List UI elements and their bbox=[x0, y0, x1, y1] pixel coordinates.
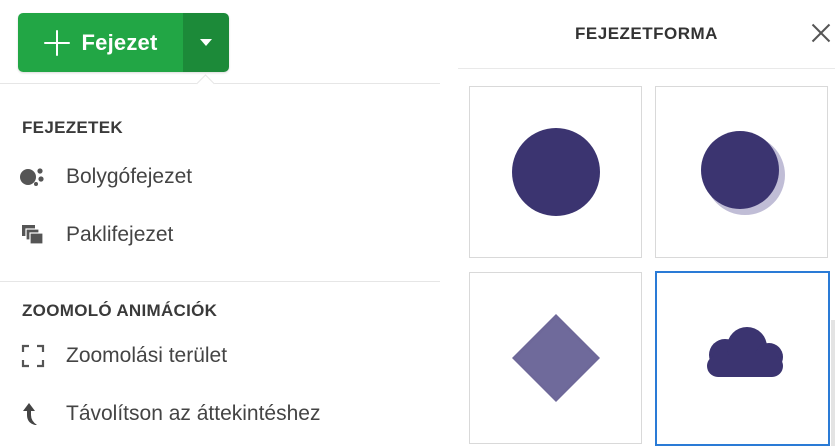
menu-item-zoom-area[interactable]: Zoomolási terület bbox=[18, 336, 227, 376]
panel-scrollbar[interactable] bbox=[831, 320, 835, 446]
menu-item-stack-topic[interactable]: Paklifejezet bbox=[18, 215, 173, 255]
topic-menu-screen: Fejezet FEJEZETEK Bolygófejezet Paklifej… bbox=[0, 0, 835, 446]
zoom-area-icon bbox=[18, 343, 48, 369]
menu-item-zoom-out-overview[interactable]: Távolítson az áttekintéshez bbox=[18, 394, 320, 434]
menu-top-divider bbox=[0, 83, 440, 84]
topic-shape-panel-header: FEJEZETFORMA bbox=[458, 0, 835, 69]
shape-option-cloud[interactable] bbox=[655, 271, 830, 446]
shape-option-circle-shadow[interactable] bbox=[655, 86, 828, 258]
caret-down-icon bbox=[200, 39, 212, 46]
section-title-zoom-animations: ZOOMOLÓ ANIMÁCIÓK bbox=[22, 301, 218, 320]
menu-section-divider bbox=[0, 281, 440, 282]
diamond-shape-icon bbox=[511, 314, 600, 402]
shape-option-diamond[interactable] bbox=[469, 272, 642, 444]
circle-shadow-shape-icon bbox=[700, 131, 785, 215]
menu-item-label: Paklifejezet bbox=[66, 223, 174, 246]
topic-shape-panel: FEJEZETFORMA bbox=[458, 0, 835, 446]
add-topic-split-button: Fejezet bbox=[18, 13, 229, 72]
section-title-chapters: FEJEZETEK bbox=[22, 118, 123, 137]
zoom-out-arrow-icon bbox=[18, 401, 48, 427]
menu-item-label: Bolygófejezet bbox=[66, 165, 193, 188]
menu-item-label: Távolítson az áttekintéshez bbox=[66, 402, 321, 425]
add-topic-button[interactable]: Fejezet bbox=[18, 13, 183, 72]
add-topic-dropdown-button[interactable] bbox=[183, 13, 229, 72]
dropdown-pointer bbox=[196, 74, 215, 93]
close-icon[interactable] bbox=[810, 22, 832, 44]
panel-title: FEJEZETFORMA bbox=[575, 24, 718, 43]
add-topic-label: Fejezet bbox=[81, 29, 158, 55]
menu-item-label: Zoomolási terület bbox=[66, 344, 228, 367]
stack-topic-icon bbox=[18, 222, 48, 248]
shape-option-circle[interactable] bbox=[469, 86, 642, 258]
cloud-shape-icon bbox=[706, 326, 783, 377]
planet-topic-icon bbox=[18, 164, 48, 190]
plus-icon bbox=[43, 29, 70, 56]
circle-shape-icon bbox=[511, 128, 600, 216]
menu-item-planet-topic[interactable]: Bolygófejezet bbox=[18, 157, 192, 197]
